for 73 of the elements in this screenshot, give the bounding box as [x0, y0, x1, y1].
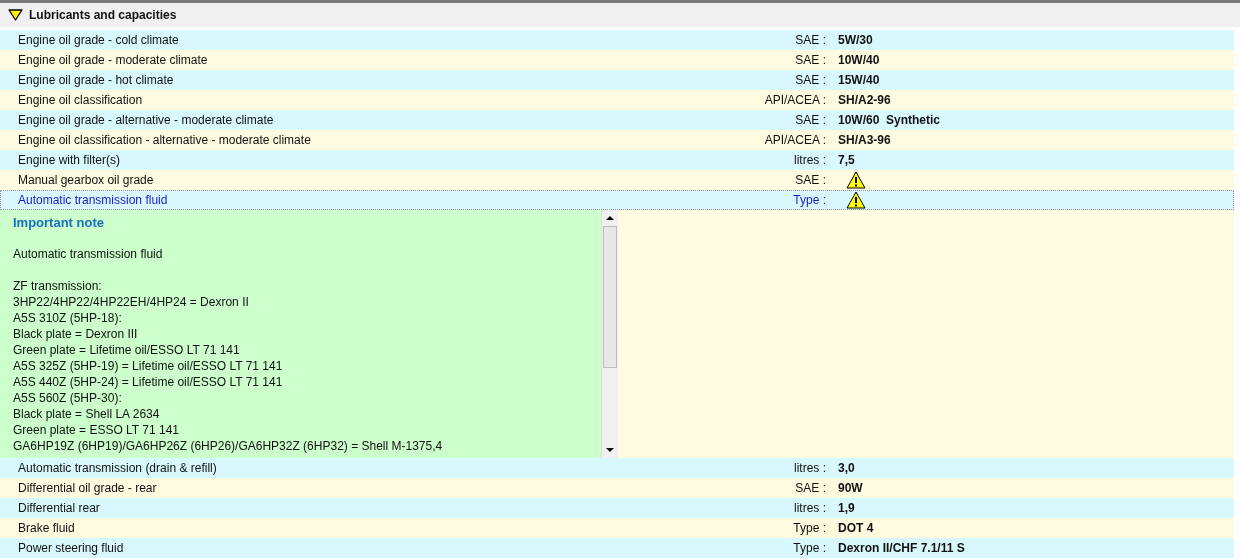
data-row[interactable]: Engine oil grade - cold climate SAE : 5W/30 [0, 30, 1234, 50]
unit-label: litres : [793, 153, 826, 167]
note-line: ZF transmission: [13, 278, 103, 294]
row-label: Engine oil grade - moderate climate [17, 53, 209, 67]
row-value: 3,0 [837, 461, 856, 475]
note-line: A5S 325Z (5HP-19) = Lifetime oil/ESSO LT 71 141 [13, 358, 284, 374]
data-row[interactable]: Engine with filter(s) litres : 7,5 [0, 150, 1234, 170]
unit-label: Type : [792, 541, 826, 555]
data-row[interactable]: Automatic transmission (drain & refill) litres : 3,0 [0, 458, 1234, 478]
row-value: 5W/30 [837, 33, 874, 47]
row-value: SH/A2-96 [837, 93, 892, 107]
row-label: Engine oil classification [17, 93, 144, 107]
unit-label: SAE : [794, 33, 826, 47]
section-title: Lubricants and capacities [29, 8, 177, 22]
row-label: Engine with filter(s) [17, 153, 122, 167]
data-row[interactable]: Engine oil classification API/ACEA : SH/A2-96 [0, 90, 1234, 110]
unit-label: API/ACEA : [763, 133, 826, 147]
row-label: Differential rear [17, 501, 101, 515]
unit-label: SAE : [794, 113, 826, 127]
row-label: Automatic transmission fluid [17, 193, 169, 207]
unit-label: SAE : [794, 481, 826, 495]
data-row[interactable]: Engine oil grade - alternative - moderate climate SAE : 10W/60 Synthetic [0, 110, 1234, 130]
collapse-icon[interactable] [8, 9, 23, 21]
data-row[interactable]: Differential rear litres : 1,9 [0, 498, 1234, 518]
note-line: A5S 440Z (5HP-24) = Lifetime oil/ESSO LT 71 141 [13, 374, 284, 390]
unit-label: SAE : [794, 73, 826, 87]
data-row[interactable]: Power steering fluid Type : Dexron II/CHF 7.1/11 S [0, 538, 1234, 558]
row-value: 15W/40 [837, 73, 881, 87]
unit-label: SAE : [794, 53, 826, 67]
note-line: Green plate = ESSO LT 71 141 [13, 422, 180, 438]
row-label: Engine oil grade - hot climate [17, 73, 175, 87]
row-label: Manual gearbox oil grade [17, 173, 155, 187]
note-line: GA6HP19Z (6HP19)/GA6HP26Z (6HP26)/GA6HP32Z (6HP32) = Shell M-1375,4 [13, 438, 444, 454]
scrollbar[interactable] [601, 210, 618, 458]
unit-label: Type : [792, 521, 826, 535]
unit-label: Type : [792, 193, 826, 207]
unit-label: litres : [793, 461, 826, 475]
row-value: 10W/40 [837, 53, 881, 67]
data-row[interactable]: Automatic transmission fluid Type : [0, 190, 1234, 210]
note-line: Automatic transmission fluid [13, 246, 164, 262]
warning-icon [846, 171, 866, 189]
row-value: DOT 4 [837, 521, 875, 535]
row-label: Brake fluid [17, 521, 76, 535]
note-title: Important note [13, 215, 105, 230]
row-label: Engine oil grade - cold climate [17, 33, 180, 47]
row-label: Power steering fluid [17, 541, 125, 555]
unit-label: API/ACEA : [763, 93, 826, 107]
row-value: Dexron II/CHF 7.1/11 S [837, 541, 966, 555]
row-label: Engine oil grade - alternative - moderate climate [17, 113, 275, 127]
note-line: Green plate = Lifetime oil/ESSO LT 71 141 [13, 342, 241, 358]
data-row[interactable]: Engine oil classification - alternative - moderate climate API/ACEA : SH/A3-96 [0, 130, 1234, 150]
row-label: Automatic transmission (drain & refill) [17, 461, 218, 475]
row-value: 1,9 [837, 501, 856, 515]
row-value: 90W [837, 481, 864, 495]
note-line: Black plate = Shell LA 2634 [13, 406, 161, 422]
unit-label: SAE : [794, 173, 826, 187]
row-value: 10W/60 Synthetic [837, 113, 942, 127]
row-label: Engine oil classification - alternative - moderate climate [17, 133, 312, 147]
data-row[interactable]: Engine oil grade - moderate climate SAE : 10W/40 [0, 50, 1234, 70]
row-value: 7,5 [837, 153, 856, 167]
data-row[interactable]: Manual gearbox oil grade SAE : [0, 170, 1234, 190]
row-label: Differential oil grade - rear [17, 481, 158, 495]
note-line: 3HP22/4HP22/4HP22EH/4HP24 = Dexron II [13, 294, 250, 310]
unit-label: litres : [793, 501, 826, 515]
data-row[interactable]: Differential oil grade - rear SAE : 90W [0, 478, 1234, 498]
data-row[interactable]: Engine oil grade - hot climate SAE : 15W/40 [0, 70, 1234, 90]
note-line: Black plate = Dexron III [13, 326, 139, 342]
note-line: A5S 310Z (5HP-18): [13, 310, 123, 326]
row-value: SH/A3-96 [837, 133, 892, 147]
note-line: A5S 560Z (5HP-30): [13, 390, 123, 406]
warning-icon [846, 191, 866, 209]
data-row[interactable]: Brake fluid Type : DOT 4 [0, 518, 1234, 538]
scroll-thumb[interactable] [603, 226, 617, 368]
